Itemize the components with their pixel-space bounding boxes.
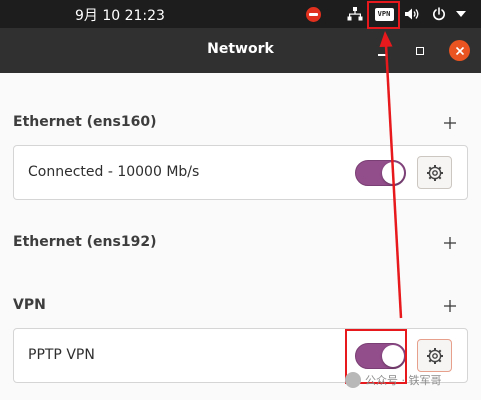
watermark-text: 公众号 · 铁军哥 bbox=[365, 374, 442, 387]
wechat-icon bbox=[345, 372, 361, 388]
annotation-arrow bbox=[379, 31, 403, 319]
watermark: 公众号 · 铁军哥 bbox=[345, 372, 442, 388]
